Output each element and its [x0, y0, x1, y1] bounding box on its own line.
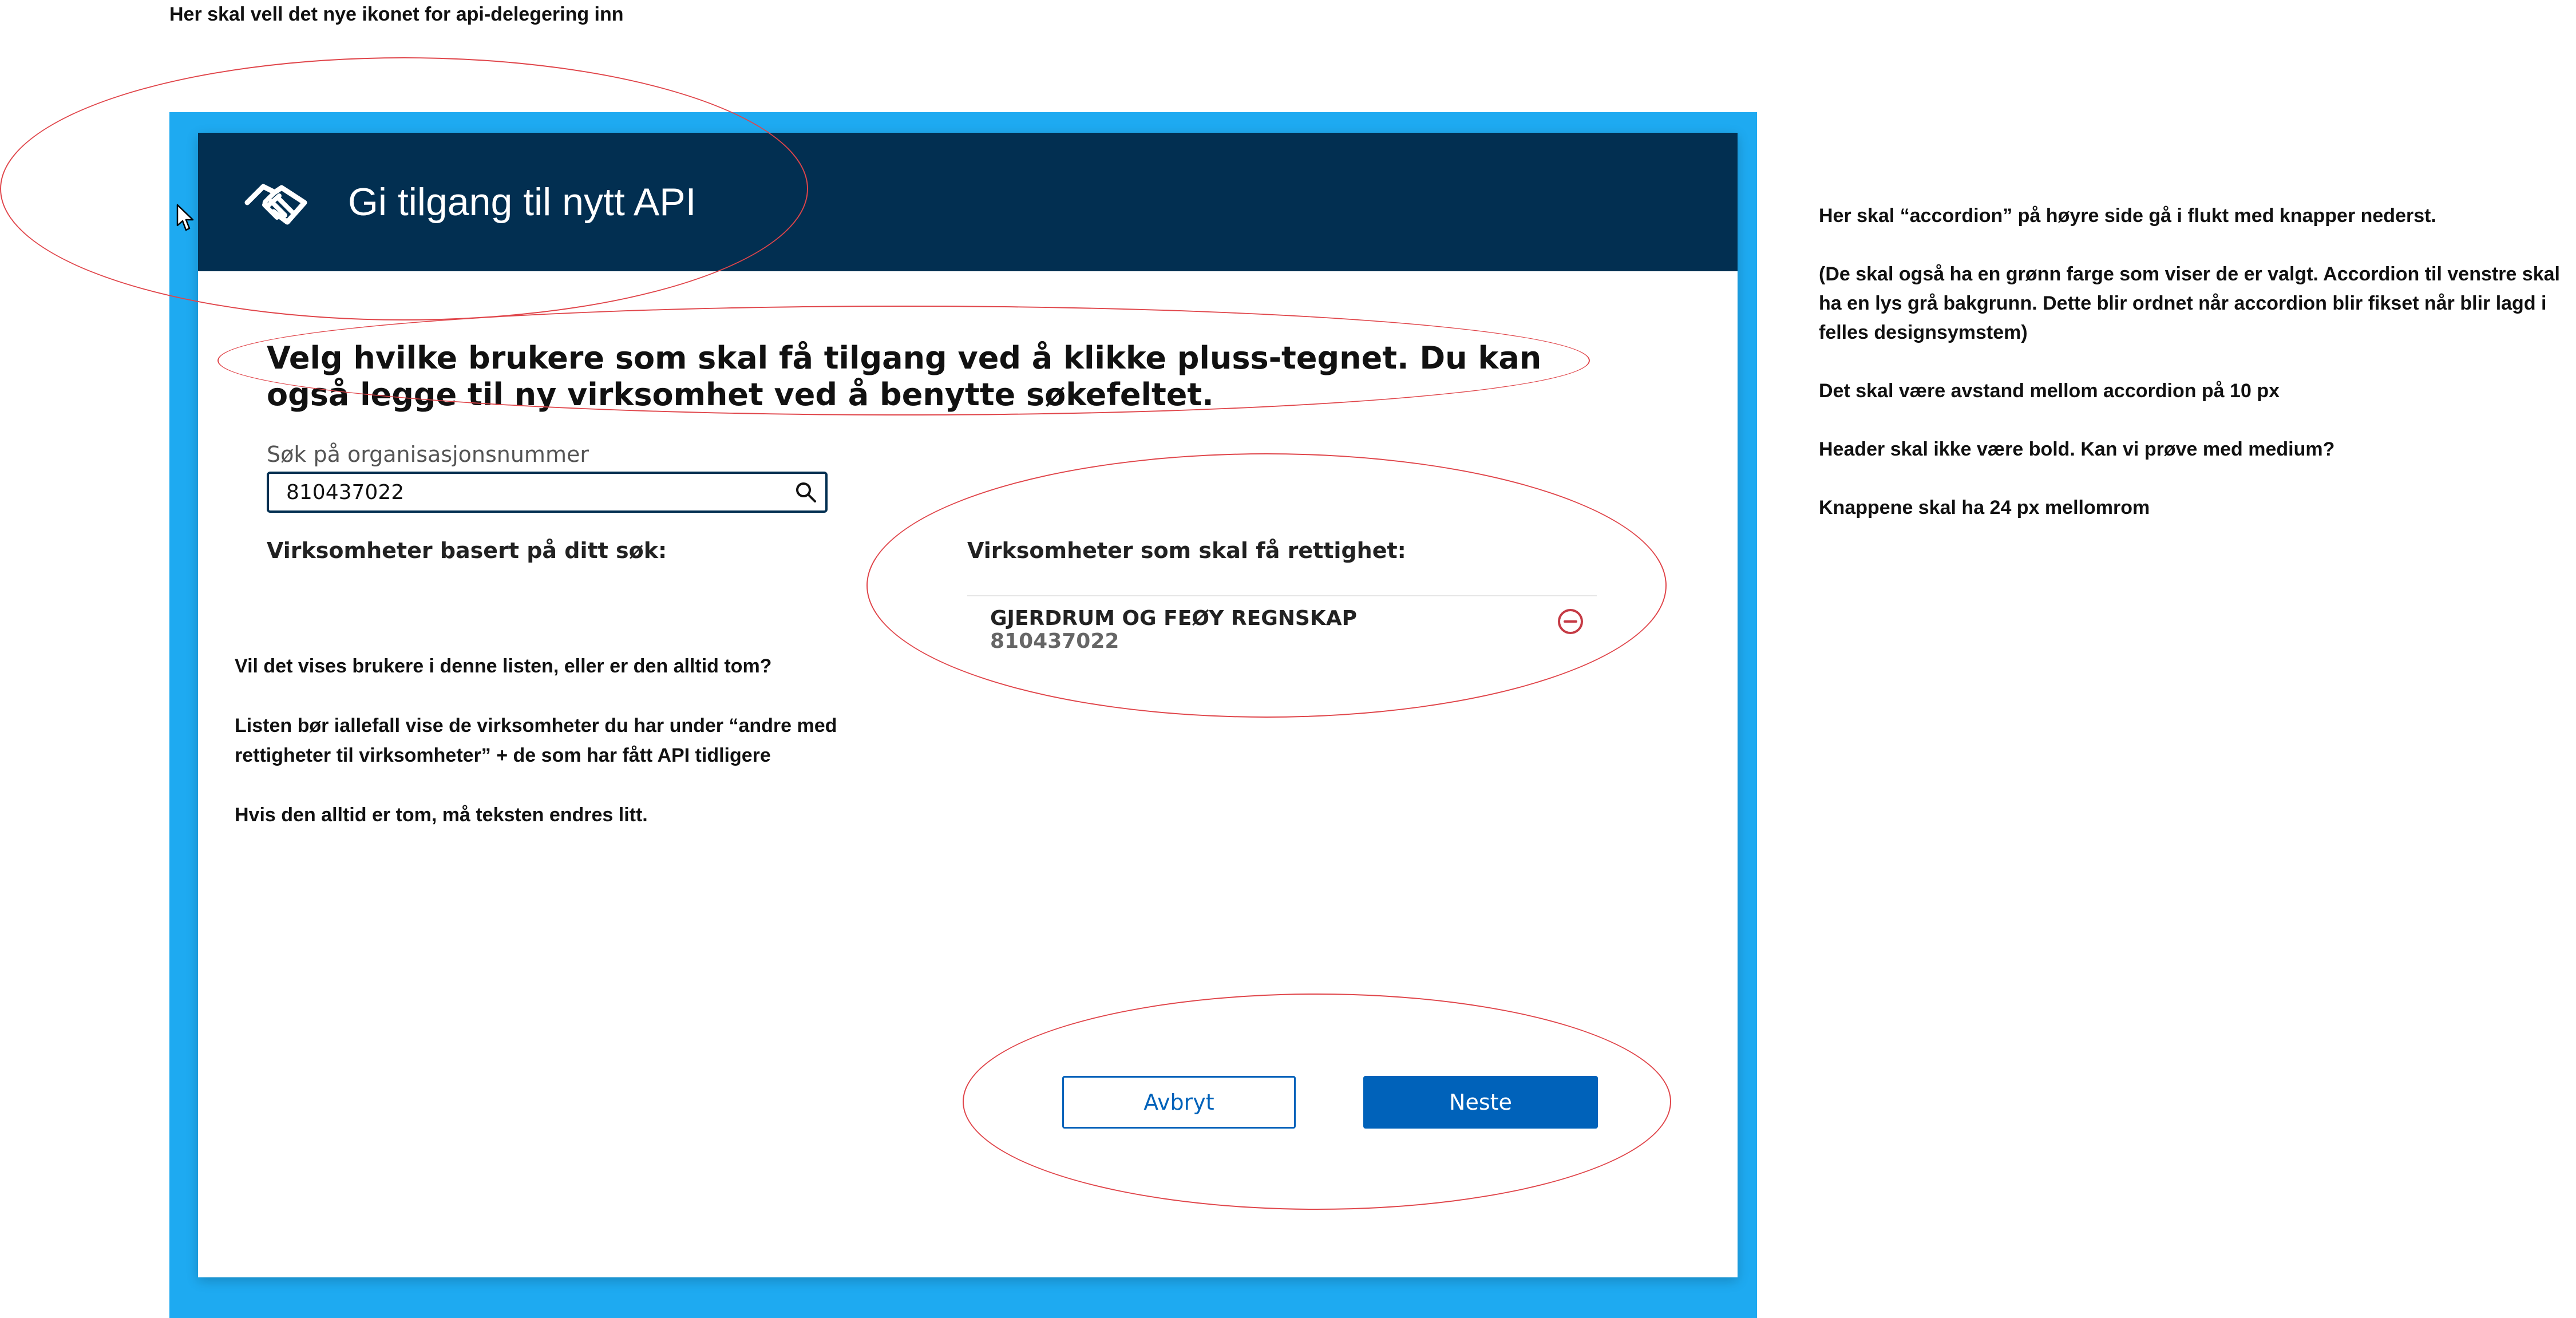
- org-name: GJERDRUM OG FEØY REGNSKAP: [990, 607, 1357, 630]
- annotation-note: Knappene skal ha 24 px mellomrom: [1819, 497, 2150, 519]
- selected-org-item: GJERDRUM OG FEØY REGNSKAP 810437022: [967, 595, 1597, 660]
- instruction-text: Velg hvilke brukere som skal få tilgang …: [267, 340, 1542, 413]
- annotation-note: Listen bør iallefall vise de virksomhete…: [235, 715, 837, 766]
- annotation-notes-left: Vil det vises brukere i denne listen, el…: [235, 651, 933, 860]
- dialog-title: Gi tilgang til nytt API: [348, 180, 697, 224]
- search-field[interactable]: [267, 472, 828, 513]
- next-button[interactable]: Neste: [1363, 1076, 1598, 1129]
- annotation-note: Hvis den alltid er tom, må teksten endre…: [235, 804, 648, 826]
- remove-circle-icon[interactable]: [1557, 608, 1584, 635]
- annotation-notes-right: Her skal “accordion” på høyre side gå i …: [1819, 201, 2574, 552]
- mouse-cursor-icon: [176, 204, 194, 231]
- search-results-heading: Virksomheter basert på ditt søk:: [267, 538, 667, 563]
- annotation-note: Header skal ikke være bold. Kan vi prøve…: [1819, 438, 2335, 460]
- annotation-note: Vil det vises brukere i denne listen, el…: [235, 655, 772, 677]
- dialog-header: Gi tilgang til nytt API: [198, 133, 1738, 271]
- cancel-button[interactable]: Avbryt: [1062, 1076, 1296, 1129]
- handshake-icon: [244, 184, 307, 225]
- annotation-note: (De skal også ha en grønn farge som vise…: [1819, 263, 2560, 343]
- selected-orgs-heading: Virksomheter som skal få rettighet:: [967, 538, 1406, 563]
- search-input[interactable]: [286, 474, 773, 510]
- search-label: Søk på organisasjonsnummer: [267, 442, 589, 467]
- annotation-note: Her skal “accordion” på høyre side gå i …: [1819, 205, 2436, 227]
- org-number: 810437022: [990, 630, 1119, 653]
- search-icon[interactable]: [794, 481, 817, 504]
- annotation-note: Det skal være avstand mellom accordion p…: [1819, 380, 2280, 402]
- annotation-note-top: Her skal vell det nye ikonet for api-del…: [169, 3, 624, 25]
